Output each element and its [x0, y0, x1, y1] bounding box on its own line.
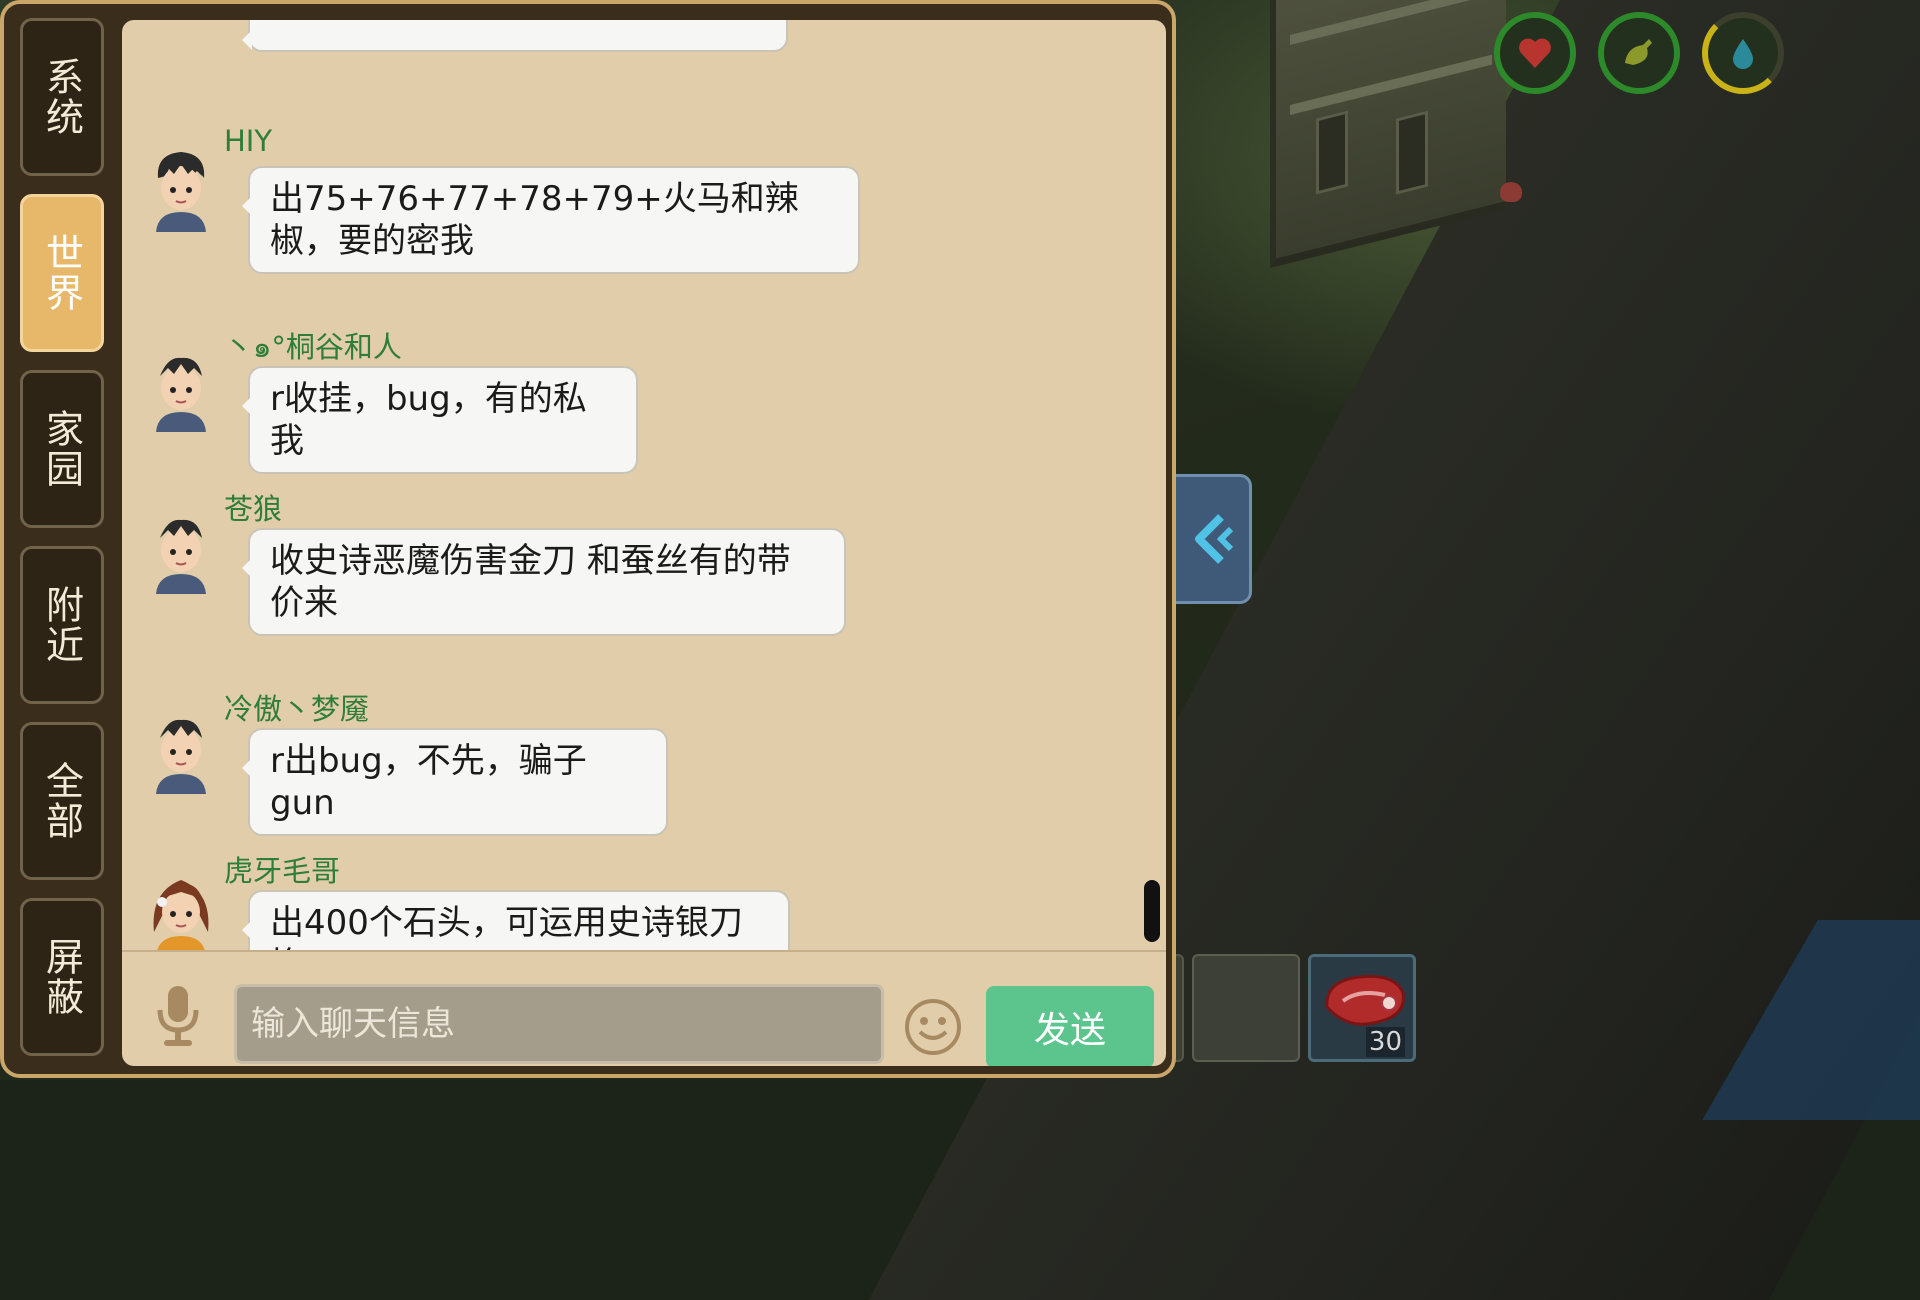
message-bubble: 收史诗恶魔伤害金刀 和蚕丝有的带价来 — [242, 528, 846, 636]
tab-blocked[interactable]: 屏蔽 — [20, 898, 104, 1056]
message-author[interactable]: 苍狼 — [224, 486, 282, 528]
tab-label: 系统 — [39, 57, 84, 137]
hotbar-slot-meat[interactable]: 30 — [1308, 954, 1416, 1062]
tab-all[interactable]: 全部 — [20, 722, 104, 880]
thirst-indicator — [1702, 12, 1784, 94]
message-author[interactable]: HIY — [224, 124, 272, 158]
message-bubble: r出bug，不先，骗子gun — [242, 728, 668, 836]
boy-avatar — [156, 152, 206, 232]
boy-avatar — [156, 519, 206, 594]
message-author[interactable]: 丶๑°桐谷和人 — [224, 324, 402, 370]
channel-tabs: 系统 世界 家园 附近 全部 屏蔽 — [20, 18, 104, 1074]
send-button[interactable]: 发送 — [986, 986, 1154, 1066]
chat-input-bar: 发送 — [122, 950, 1166, 1066]
chat-panel: 系统 世界 家园 附近 全部 屏蔽 HIY 出75+76+77+78+79+火马… — [0, 0, 1176, 1078]
tab-label: 世界 — [39, 233, 84, 313]
chat-scrollbar[interactable] — [1144, 880, 1160, 942]
boy-avatar — [156, 719, 206, 794]
tab-system[interactable]: 系统 — [20, 18, 104, 176]
message-list[interactable]: HIY 出75+76+77+78+79+火马和辣椒，要的密我 丶๑°桐谷和人 r… — [122, 20, 1166, 950]
microphone-icon[interactable] — [154, 982, 202, 1048]
double-chevron-left-icon — [1194, 514, 1233, 564]
food-icon — [1625, 39, 1652, 65]
heart-icon — [1519, 38, 1551, 68]
message-bubble: r收挂，bug，有的私我 — [242, 366, 638, 474]
tab-label: 全部 — [39, 761, 84, 841]
hotbar-slot-empty[interactable] — [1192, 954, 1300, 1062]
creature-sprite — [1500, 182, 1522, 202]
health-indicator — [1494, 12, 1576, 94]
chat-message-input[interactable] — [234, 984, 884, 1064]
chat-area: HIY 出75+76+77+78+79+火马和辣椒，要的密我 丶๑°桐谷和人 r… — [122, 20, 1166, 1066]
tab-label: 家园 — [39, 409, 84, 489]
item-count: 30 — [1365, 1027, 1405, 1057]
tab-home[interactable]: 家园 — [20, 370, 104, 528]
message-bubble: 出75+76+77+78+79+火马和辣椒，要的密我 — [242, 166, 860, 274]
tab-world[interactable]: 世界 — [20, 194, 104, 352]
message-author[interactable]: 冷傲丶梦魇 — [224, 686, 369, 728]
collapse-chat-button[interactable] — [1176, 474, 1252, 604]
tab-nearby[interactable]: 附近 — [20, 546, 104, 704]
message-bubble — [242, 20, 788, 52]
message-bubble: 出400个石头，可运用史诗银刀换 — [242, 890, 790, 950]
hunger-indicator — [1598, 12, 1680, 94]
tab-label: 附近 — [39, 585, 84, 665]
girl-avatar — [153, 880, 209, 950]
boy-avatar — [156, 357, 206, 432]
message-author[interactable]: 虎牙毛哥 — [224, 848, 340, 890]
tab-label: 屏蔽 — [39, 937, 84, 1017]
water-drop-icon — [1733, 39, 1753, 69]
emoji-icon[interactable] — [904, 998, 962, 1056]
